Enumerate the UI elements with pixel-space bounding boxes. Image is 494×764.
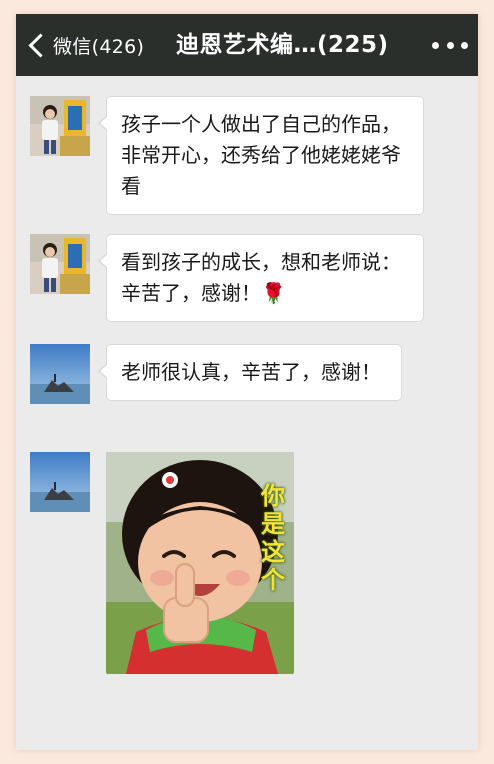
back-label: 微信(426) — [53, 35, 145, 58]
chat-header: 微信(426) 迪恩艺术编…(225) — [16, 14, 478, 76]
message-bubble[interactable]: 孩子一个人做出了自己的作品，非常开心，还秀给了他姥姥姥爷看 — [98, 96, 424, 215]
avatar-teacher-icon — [30, 96, 90, 156]
more-dot-icon — [461, 41, 468, 49]
chat-title: 迪恩艺术编…(225) — [176, 32, 389, 58]
message-bubble[interactable]: 看到孩子的成长，想和老师说：辛苦了，感谢！🌹 — [98, 234, 424, 322]
avatar[interactable] — [30, 452, 90, 512]
back-button[interactable]: 微信(426) — [26, 26, 144, 64]
avatar-sea-icon — [30, 452, 90, 512]
wechat-screen: 微信(426) 迪恩艺术编…(225) 孩子一个人做出了自己的作品，非常开心，还… — [16, 14, 478, 750]
avatar[interactable] — [30, 96, 90, 156]
avatar-sea-icon — [30, 344, 90, 404]
sticker-caption: 你是这个 — [261, 482, 285, 594]
avatar[interactable] — [30, 234, 90, 294]
avatar[interactable] — [30, 344, 90, 404]
more-dot-icon — [432, 41, 439, 49]
chevron-left-icon — [28, 32, 53, 58]
sticker-image[interactable]: 你是这个 — [106, 452, 294, 674]
more-options-button[interactable] — [432, 32, 468, 58]
more-dot-icon — [446, 41, 454, 49]
avatar-teacher-icon — [30, 234, 90, 294]
message-bubble[interactable]: 老师很认真，辛苦了，感谢！ — [98, 344, 402, 401]
